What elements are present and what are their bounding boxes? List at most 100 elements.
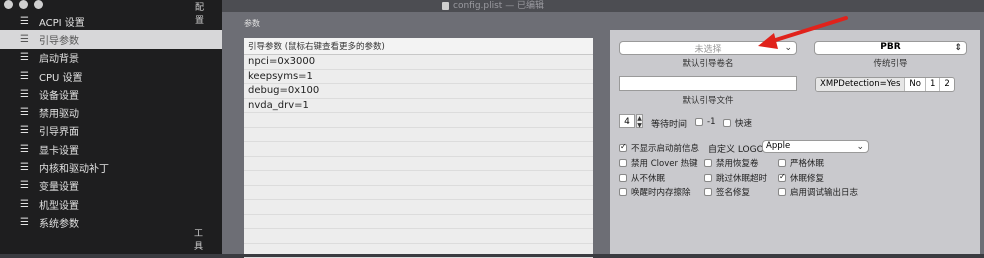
xmp-yes-segment[interactable]: XMPDetection=Yes bbox=[816, 78, 905, 91]
checkbox-label: 跳过休眠超时 bbox=[716, 172, 767, 184]
timeout-label: 等待时间 bbox=[651, 117, 687, 130]
list-icon: ☰ bbox=[20, 162, 33, 173]
list-icon: ☰ bbox=[20, 34, 33, 45]
title-bar bbox=[222, 0, 984, 12]
empty-row[interactable] bbox=[244, 229, 593, 244]
default-volume-value: 未选择 bbox=[694, 45, 721, 55]
sidebar-item-label: 启动背景 bbox=[39, 50, 79, 65]
xmp-1-segment[interactable]: 1 bbox=[926, 78, 940, 91]
checkbox-box[interactable] bbox=[619, 144, 627, 152]
hibernate-fix-checkbox[interactable]: 休眠修复 bbox=[778, 172, 824, 184]
checkbox-box[interactable] bbox=[695, 118, 703, 126]
sidebar-item-kernel-patches[interactable]: ☰ 内核和驱动补丁 bbox=[0, 158, 222, 176]
sidebar-item-label: 内核和驱动补丁 bbox=[39, 160, 109, 175]
document-icon bbox=[442, 2, 449, 10]
sidebar-item-boot-graphics[interactable]: ☰ 启动背景 bbox=[0, 49, 222, 67]
checkbox-label: 唤醒时内存擦除 bbox=[631, 186, 691, 198]
empty-row[interactable] bbox=[244, 128, 593, 143]
hide-info-checkbox[interactable]: 不显示启动前信息 bbox=[619, 142, 699, 154]
checkbox-box[interactable] bbox=[778, 174, 786, 182]
never-hibernate-checkbox[interactable]: 从不休眠 bbox=[619, 172, 665, 184]
zoom-window-icon[interactable] bbox=[34, 0, 43, 9]
disable-clover-hotkeys-checkbox[interactable]: 禁用 Clover 热键 bbox=[619, 157, 698, 169]
list-icon: ☰ bbox=[20, 52, 33, 63]
sidebar-item-gui[interactable]: ☰引导界面 bbox=[0, 122, 222, 140]
checkbox-box[interactable] bbox=[723, 119, 731, 127]
empty-row[interactable] bbox=[244, 171, 593, 186]
wake-memory-erase-checkbox[interactable]: 唤醒时内存擦除 bbox=[619, 186, 691, 198]
sidebar-item-acpi[interactable]: ☰ACPI 设置 bbox=[0, 12, 222, 30]
custom-logo-select[interactable]: Apple ⌄ bbox=[762, 140, 869, 153]
timeout-stepper[interactable]: 4 ▲▼ bbox=[619, 114, 643, 128]
sidebar-item-cpu[interactable]: ☰ CPU 设置 bbox=[0, 67, 222, 85]
list-icon: ☰ bbox=[20, 144, 33, 155]
window-controls bbox=[4, 0, 43, 9]
empty-row[interactable] bbox=[244, 113, 593, 128]
sidebar-item-label: CPU 设置 bbox=[39, 69, 83, 84]
list-icon: ☰ bbox=[20, 217, 33, 228]
sidebar-item-smbios[interactable]: ☰机型设置 bbox=[0, 195, 222, 213]
legacy-caption: 传统引导 bbox=[814, 57, 967, 69]
checkbox-label: 不显示启动前信息 bbox=[631, 142, 699, 154]
table-row[interactable]: nvda_drv=1 bbox=[244, 99, 593, 114]
close-window-icon[interactable] bbox=[4, 0, 13, 9]
disable-recovery-checkbox[interactable]: 禁用恢复卷 bbox=[704, 157, 759, 169]
empty-row[interactable] bbox=[244, 200, 593, 215]
signature-fix-checkbox[interactable]: 签名修复 bbox=[704, 186, 750, 198]
checkbox-label: 快速 bbox=[735, 117, 752, 129]
strict-hibernate-checkbox[interactable]: 严格休眠 bbox=[778, 157, 824, 169]
boot-args-table: 引导参数 (鼠标右键查看更多的参数) npci=0x3000 keepsyms=… bbox=[244, 38, 593, 254]
sidebar-item-system-parameters[interactable]: ☰ 系统参数 bbox=[0, 213, 222, 231]
list-icon: ☰ bbox=[20, 199, 33, 210]
sidebar-item-graphics[interactable]: ☰显卡设置 bbox=[0, 140, 222, 158]
custom-logo-value: Apple bbox=[766, 141, 790, 151]
section-label: 参数 bbox=[244, 18, 260, 29]
empty-row[interactable] bbox=[244, 186, 593, 201]
sidebar-item-boot[interactable]: ☰ 引导参数 bbox=[0, 30, 222, 48]
minimize-window-icon[interactable] bbox=[19, 0, 28, 9]
xmp-segmented-control: XMPDetection=Yes No 1 2 bbox=[815, 77, 955, 92]
table-row[interactable]: debug=0x100 bbox=[244, 84, 593, 99]
debug-log-checkbox[interactable]: 启用调试输出日志 bbox=[778, 186, 858, 198]
checkbox-label: 严格休眠 bbox=[790, 157, 824, 169]
stepper-arrows-icon[interactable]: ▲▼ bbox=[636, 114, 643, 128]
sidebar-item-disable-drivers[interactable]: ☰禁用驱动 bbox=[0, 103, 222, 121]
empty-row[interactable] bbox=[244, 215, 593, 230]
checkbox-box[interactable] bbox=[704, 174, 712, 182]
checkbox-box[interactable] bbox=[778, 188, 786, 196]
sidebar-item-rt-variables[interactable]: ☰变量设置 bbox=[0, 177, 222, 195]
checkbox-box[interactable] bbox=[778, 159, 786, 167]
table-row[interactable]: npci=0x3000 bbox=[244, 55, 593, 70]
table-row[interactable]: keepsyms=1 bbox=[244, 70, 593, 85]
default-volume-caption: 默认引导卷名 bbox=[619, 57, 797, 69]
timeout-minus-one-checkbox[interactable]: -1 bbox=[695, 117, 715, 127]
red-arrow-annotation-icon bbox=[740, 14, 850, 54]
boot-args-header[interactable]: 引导参数 (鼠标右键查看更多的参数) bbox=[244, 38, 593, 55]
empty-row[interactable] bbox=[244, 157, 593, 172]
empty-row[interactable] bbox=[244, 244, 593, 258]
checkbox-label: 签名修复 bbox=[716, 186, 750, 198]
sidebar-item-devices[interactable]: ☰设备设置 bbox=[0, 85, 222, 103]
checkbox-box[interactable] bbox=[619, 188, 627, 196]
window-title: config.plist — 已编辑 bbox=[442, 0, 544, 11]
checkbox-box[interactable] bbox=[619, 159, 627, 167]
default-loader-input[interactable] bbox=[619, 76, 797, 91]
checkbox-label: 禁用 Clover 热键 bbox=[631, 157, 698, 169]
sidebar-item-label: 系统参数 bbox=[39, 215, 79, 230]
sidebar-item-label: ACPI 设置 bbox=[39, 14, 85, 29]
xmp-no-segment[interactable]: No bbox=[905, 78, 926, 91]
skip-hibernate-timeout-checkbox[interactable]: 跳过休眠超时 bbox=[704, 172, 767, 184]
timeout-value[interactable]: 4 bbox=[619, 114, 635, 128]
empty-row[interactable] bbox=[244, 142, 593, 157]
checkbox-box[interactable] bbox=[704, 159, 712, 167]
sidebar-item-label: 变量设置 bbox=[39, 178, 79, 193]
checkbox-box[interactable] bbox=[619, 174, 627, 182]
xmp-2-segment[interactable]: 2 bbox=[940, 78, 953, 91]
sidebar: 配置 ☰ACPI 设置 ☰引导参数 ☰启动背景 ☰CPU 设置 ☰设备设置 ☰禁… bbox=[0, 0, 222, 254]
fast-checkbox[interactable]: 快速 bbox=[723, 117, 752, 129]
sidebar-item-label: 引导参数 bbox=[39, 32, 79, 47]
sidebar-header-tools: 工具 bbox=[194, 226, 222, 252]
sidebar-item-label: 设备设置 bbox=[39, 87, 79, 102]
checkbox-box[interactable] bbox=[704, 188, 712, 196]
list-icon: ☰ bbox=[20, 71, 33, 82]
